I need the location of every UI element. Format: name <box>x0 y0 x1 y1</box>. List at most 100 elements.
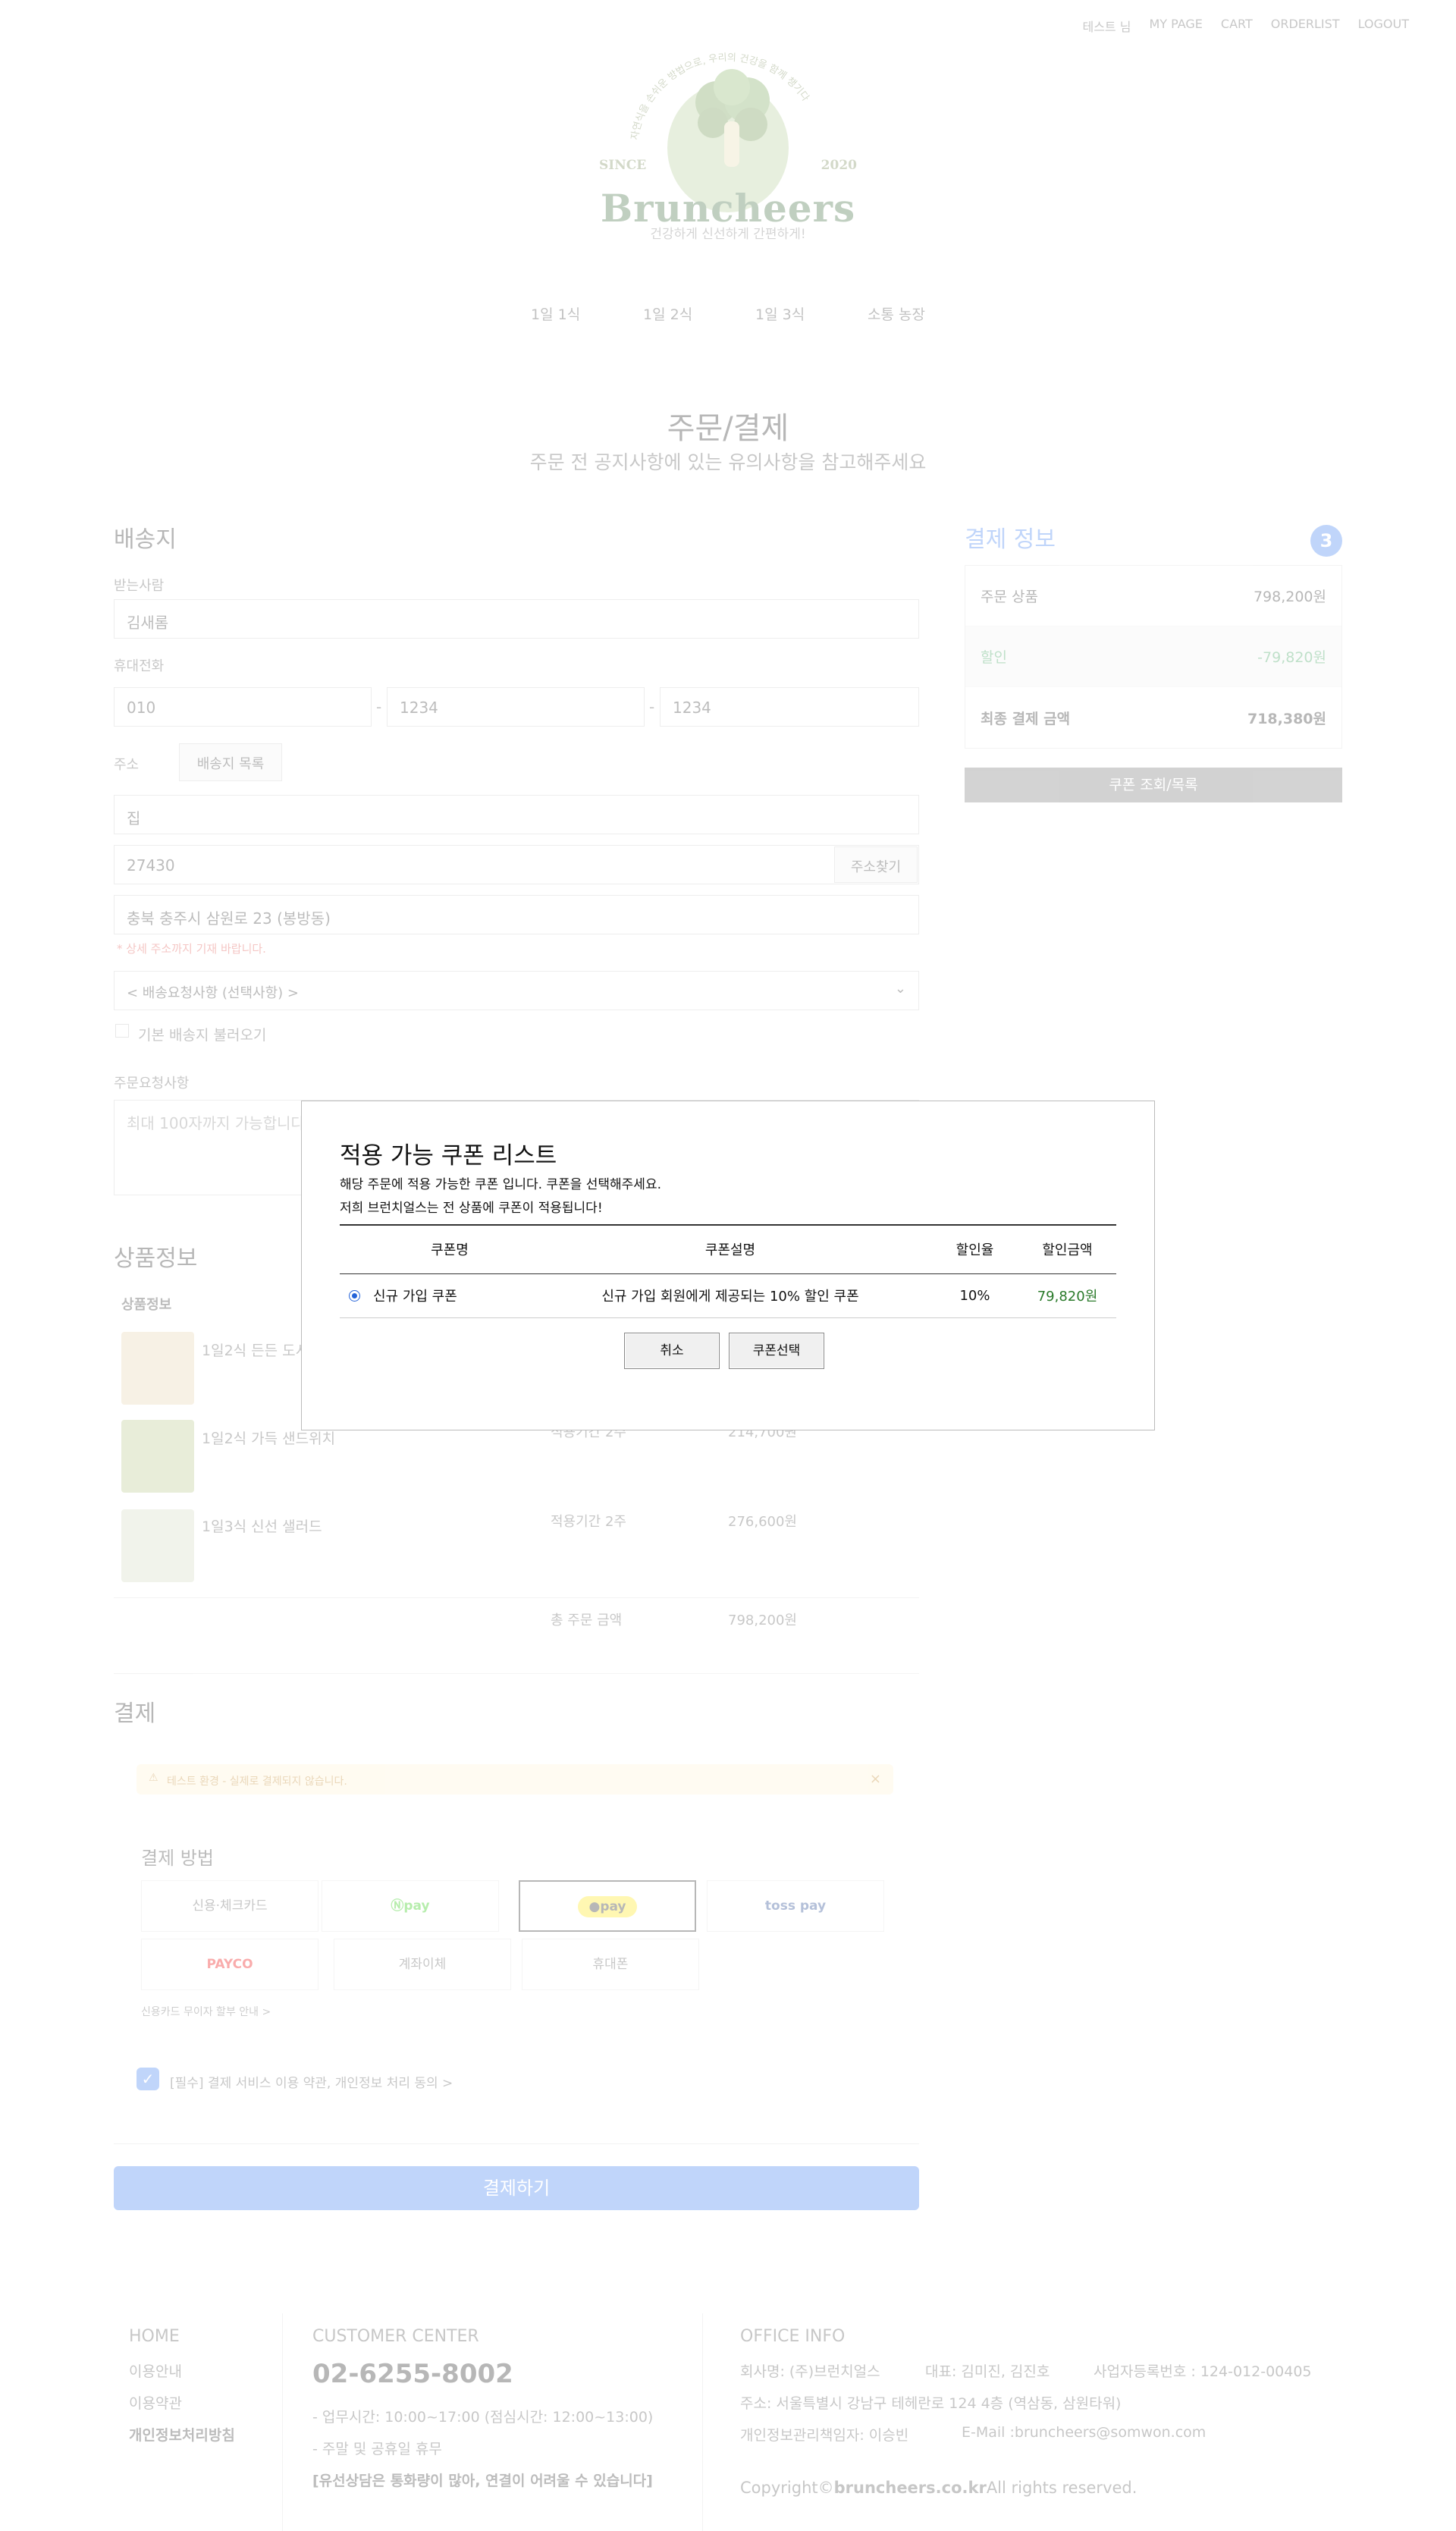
divider <box>114 1673 919 1674</box>
footer-link-privacy[interactable]: 개인정보처리방침 <box>129 2424 235 2445</box>
footer-cs-hours: - 업무시간: 10:00~17:00 (점심시간: 12:00~13:00) <box>312 2409 654 2426</box>
address-label: 주소 <box>114 757 140 773</box>
coupon-col-name: 쿠폰명 <box>370 1224 529 1274</box>
pay-option-npay[interactable]: Ⓝpay <box>322 1880 499 1932</box>
top-link-user[interactable]: 테스트 님 <box>1082 17 1131 35</box>
footer-divider <box>282 2313 283 2531</box>
installment-note-link[interactable]: 신용카드 무이자 할부 안내 > <box>141 2004 271 2019</box>
product-period: 적용기간 2주 <box>551 1514 626 1530</box>
pay-option-kakaopay[interactable]: ●pay <box>519 1880 696 1932</box>
product-name: 1일2식 가득 샌드위치 <box>202 1430 336 1447</box>
footer-cs-warning: [유선상담은 통화량이 많아, 연결이 어려울 수 있습니다] <box>312 2473 653 2489</box>
footer-copyright: Copyright©bruncheers.co.krAll rights res… <box>740 2479 1137 2497</box>
footer-office-email: E-Mail :bruncheers@somwon.com <box>962 2424 1207 2441</box>
delivery-request-select[interactable]: < 배송요청사항 (선택사항) > ⌄ <box>114 971 919 1010</box>
products-heading: 상품정보 <box>114 1245 198 1272</box>
nav-item-2meal[interactable]: 1일 2식 <box>643 303 692 324</box>
footer-link-terms[interactable]: 이용약관 <box>129 2392 182 2413</box>
order-total-value: 798,200원 <box>728 1612 797 1628</box>
postcode-input[interactable]: 27430 <box>114 845 919 884</box>
nav-item-3meal[interactable]: 1일 3식 <box>755 303 805 324</box>
coupon-col-rate: 할인율 <box>931 1224 1018 1274</box>
summary-row-total: 최종 결제 금액 718,380원 <box>965 687 1341 748</box>
close-icon[interactable]: × <box>870 1771 881 1787</box>
check-icon: ✓ <box>141 2070 155 2088</box>
phone-separator: - <box>376 698 382 716</box>
coupon-row[interactable]: 신규 가입 쿠폰 신규 가입 회원에게 제공되는 10% 할인 쿠폰 10% 7… <box>340 1273 1116 1318</box>
payment-method-heading: 결제 방법 <box>141 1848 214 1869</box>
nav-item-farm[interactable]: 소통 농장 <box>868 303 925 324</box>
coupon-name: 신규 가입 쿠폰 <box>370 1273 529 1318</box>
footer-cs-phone: 02-6255-8002 <box>312 2359 513 2389</box>
coupon-modal-desc-line1: 해당 주문에 적용 가능한 쿠폰 입니다. 쿠폰을 선택해주세요. <box>340 1177 661 1192</box>
summary-heading: 결제 정보 <box>965 526 1056 553</box>
copyright-suffix: All rights reserved. <box>986 2479 1138 2497</box>
select-coupon-button[interactable]: 쿠폰선택 <box>729 1333 824 1369</box>
phone-part2-input[interactable]: 1234 <box>387 687 645 727</box>
cancel-button[interactable]: 취소 <box>624 1333 720 1369</box>
top-link-cart[interactable]: CART <box>1221 17 1253 35</box>
coupon-modal-description: 해당 주문에 적용 가능한 쿠폰 입니다. 쿠폰을 선택해주세요. 저희 브런치… <box>340 1173 661 1220</box>
coupon-amount: 79,820원 <box>1018 1273 1116 1318</box>
broccoli-icon <box>695 69 770 167</box>
speech-bubble-icon: ● <box>588 1899 601 1914</box>
site-logo[interactable]: 자연식을 손쉬운 방법으로, 우리의 건강을 함께 챙기다 SINCE 2020… <box>592 38 864 250</box>
coupon-col-desc: 쿠폰설명 <box>529 1224 931 1274</box>
recipient-input[interactable]: 김새롬 <box>114 599 919 639</box>
pay-option-toss[interactable]: toss pay <box>707 1880 884 1932</box>
coupon-radio[interactable] <box>349 1290 360 1302</box>
footer-office-heading: OFFICE INFO <box>740 2327 846 2346</box>
summary-value: -79,820원 <box>1257 649 1326 666</box>
page-subtitle: 주문 전 공지사항에 있는 유의사항을 참고해주세요 <box>529 451 927 473</box>
summary-value: 718,380원 <box>1247 710 1326 727</box>
coupon-modal-title: 적용 가능 쿠폰 리스트 <box>340 1142 557 1170</box>
order-request-label: 주문요청사항 <box>114 1076 190 1091</box>
coupon-list-button[interactable]: 쿠폰 조회/목록 <box>965 768 1342 802</box>
default-address-label: 기본 배송지 불러오기 <box>138 1027 267 1044</box>
default-address-checkbox[interactable] <box>115 1024 129 1038</box>
copyright-domain: bruncheers.co.kr <box>833 2479 987 2497</box>
agree-checkbox[interactable]: ✓ <box>136 2068 159 2090</box>
pay-option-phone[interactable]: 휴대폰 <box>522 1939 699 1990</box>
npay-icon: Ⓝ <box>391 1898 404 1914</box>
coupon-table: 쿠폰명 쿠폰설명 할인율 할인금액 신규 가입 쿠폰 신규 가입 회원에게 제공… <box>340 1224 1116 1318</box>
top-link-orderlist[interactable]: ORDERLIST <box>1271 17 1340 35</box>
top-link-logout[interactable]: LOGOUT <box>1358 17 1409 35</box>
logo-since: SINCE <box>599 158 647 173</box>
pay-option-transfer[interactable]: 계좌이체 <box>334 1939 511 1990</box>
test-notice: ⚠ 테스트 환경 - 실제로 결제되지 않습니다. × <box>136 1764 893 1795</box>
warning-icon: ⚠ <box>149 1772 158 1784</box>
main-nav: 1일 1식 1일 2식 1일 3식 소통 농장 <box>531 303 925 324</box>
product-image <box>121 1509 194 1582</box>
pay-option-payco[interactable]: PAYCO <box>141 1939 318 1990</box>
coupon-col-amount: 할인금액 <box>1018 1224 1116 1274</box>
recipient-label: 받는사람 <box>114 578 165 594</box>
footer-divider <box>702 2313 703 2531</box>
footer-link-guide[interactable]: 이용안내 <box>129 2360 182 2381</box>
shipping-heading: 배송지 <box>114 526 177 553</box>
summary-badge: 3 <box>1310 525 1342 557</box>
kakaopay-label: pay <box>600 1899 626 1914</box>
address-line-input[interactable]: 충북 충주시 삼원로 23 (봉방동) <box>114 895 919 934</box>
footer-office-company: 회사명: (주)브런치얼스 <box>740 2363 880 2380</box>
address-book-button[interactable]: 배송지 목록 <box>179 743 282 781</box>
footer-home-heading: HOME <box>129 2327 180 2346</box>
top-links: 테스트 님 MY PAGE CART ORDERLIST LOGOUT <box>1082 17 1409 35</box>
address-name-input[interactable]: 집 <box>114 795 919 834</box>
summary-label: 최종 결제 금액 <box>981 710 1071 727</box>
coupon-rate: 10% <box>931 1273 1018 1318</box>
summary-row-products: 주문 상품 798,200원 <box>965 566 1341 626</box>
summary-label: 주문 상품 <box>981 589 1038 605</box>
nav-item-1meal[interactable]: 1일 1식 <box>531 303 580 324</box>
divider <box>114 2143 919 2144</box>
coupon-col-select <box>340 1224 370 1274</box>
find-address-button[interactable]: 주소찾기 <box>834 846 918 883</box>
pay-option-card[interactable]: 신용·체크카드 <box>141 1880 318 1932</box>
coupon-radio-cell[interactable] <box>340 1273 370 1318</box>
agree-label[interactable]: [필수] 결제 서비스 이용 약관, 개인정보 처리 동의 > <box>170 2072 453 2091</box>
pay-button[interactable]: 결제하기 <box>114 2166 919 2210</box>
phone-part1-input[interactable]: 010 <box>114 687 372 727</box>
top-link-mypage[interactable]: MY PAGE <box>1149 17 1202 35</box>
phone-part3-input[interactable]: 1234 <box>660 687 919 727</box>
phone-separator: - <box>649 698 655 716</box>
